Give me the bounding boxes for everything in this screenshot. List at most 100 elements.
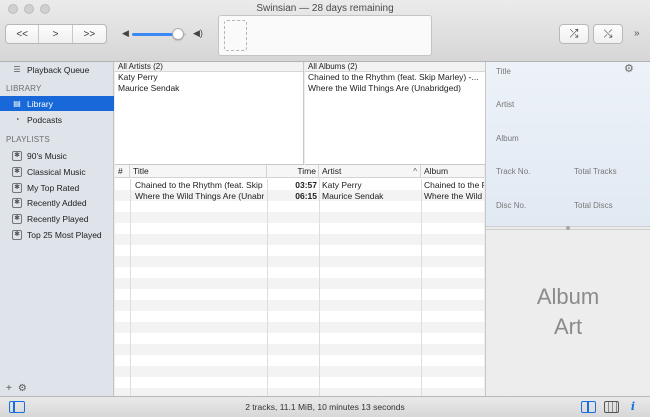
sidebar-item-label: 90's Music	[27, 150, 67, 161]
repeat-button[interactable]: ⤯	[593, 24, 623, 44]
column-divider	[267, 179, 268, 396]
column-divider	[319, 179, 320, 396]
info-title-label[interactable]: Title	[496, 67, 511, 76]
library-icon: ▤	[13, 99, 21, 108]
info-total-discs-label[interactable]: Total Discs	[574, 201, 613, 210]
info-disc-no-label[interactable]: Disc No.	[496, 201, 526, 210]
album-art-text-line: Album	[536, 284, 600, 309]
track-artist: Maurice Sendak	[322, 191, 384, 201]
sort-ascending-icon: ^	[413, 167, 417, 176]
sidebar-item-library[interactable]: ▤ Library	[0, 96, 114, 111]
album-art-text-line: Art	[553, 314, 583, 339]
sidebar-item-label: Podcasts	[27, 114, 62, 125]
track-title: Where the Wild Things Are (Unabridged)	[135, 191, 264, 201]
next-track-button[interactable]: >>	[73, 25, 106, 43]
artists-browser-header[interactable]: All Artists (2)	[115, 62, 303, 72]
track-title: Chained to the Rhythm (feat. Skip Marley…	[135, 180, 264, 190]
smart-playlist-icon: ✱	[12, 197, 22, 208]
album-row[interactable]: Chained to the Rhythm (feat. Skip Marley…	[305, 72, 485, 83]
sidebar-item-playlist[interactable]: ✱ My Top Rated	[0, 180, 114, 195]
play-button[interactable]: >	[39, 25, 73, 43]
sidebar-item-label: Classical Music	[27, 166, 86, 177]
column-view-icon[interactable]	[604, 401, 619, 413]
sidebar-item-label: Recently Added	[27, 197, 87, 208]
sidebar-item-label: My Top Rated	[27, 182, 80, 193]
info-track-no-label[interactable]: Track No.	[496, 167, 530, 176]
smart-playlist-icon: ✱	[12, 182, 22, 193]
column-divider	[130, 179, 131, 396]
info-artist-label[interactable]: Artist	[496, 100, 514, 109]
shuffle-button[interactable]: ⤮	[559, 24, 589, 44]
track-album: Chained to the Rhythm	[424, 180, 484, 190]
table-body	[115, 179, 484, 396]
sidebar-item-playlist[interactable]: ✱ Classical Music	[0, 164, 114, 179]
sidebar-item-playlist[interactable]: ✱ Recently Played	[0, 211, 114, 226]
albums-browser: All Albums (2) Chained to the Rhythm (fe…	[305, 62, 485, 165]
now-playing-artwork-placeholder	[224, 20, 247, 51]
track-table: # Title Time Artist ^ Album Chained to t…	[115, 165, 484, 396]
album-row[interactable]: Where the Wild Things Are (Unabridged)	[305, 83, 485, 94]
album-art-placeholder: Album Art	[486, 282, 650, 342]
info-settings-gear-icon[interactable]: ⚙	[624, 62, 634, 75]
smart-playlist-icon: ✱	[12, 229, 22, 240]
info-album-label[interactable]: Album	[496, 134, 519, 143]
sidebar-gear-icon[interactable]: ⚙	[18, 383, 27, 394]
info-panel-icon[interactable]: i	[627, 400, 639, 413]
column-header-artist-label: Artist	[322, 166, 342, 176]
title-bar: Swinsian — 28 days remaining << > >> ◀ ◀…	[0, 0, 650, 62]
smart-playlist-icon: ✱	[12, 213, 22, 224]
previous-track-button[interactable]: <<	[6, 25, 40, 43]
volume-slider-knob[interactable]	[171, 28, 184, 40]
artist-row[interactable]: Katy Perry	[115, 72, 303, 83]
repeat-icon: ⤯	[603, 27, 613, 40]
track-time: 03:57	[295, 180, 317, 190]
column-header-artist[interactable]: Artist ^	[319, 165, 421, 178]
track-time: 06:15	[295, 191, 317, 201]
sidebar-item-podcasts[interactable]: ◔ Podcasts	[0, 112, 114, 127]
add-playlist-button[interactable]: +	[6, 383, 12, 394]
track-album: Where the Wild Things Are	[424, 191, 484, 201]
track-artist: Katy Perry	[322, 180, 362, 190]
smart-playlist-icon: ✱	[12, 150, 22, 161]
sidebar-item-label: Playback Queue	[27, 64, 90, 75]
volume-low-icon: ◀	[122, 28, 129, 38]
column-header-album[interactable]: Album	[421, 165, 484, 178]
artist-row[interactable]: Maurice Sendak	[115, 83, 303, 94]
info-total-tracks-label[interactable]: Total Tracks	[574, 167, 617, 176]
column-divider	[421, 179, 422, 396]
column-header-title[interactable]: Title	[130, 165, 267, 178]
toolbar-overflow-button[interactable]: »	[634, 28, 640, 39]
track-info-panel: ⚙ Title Artist Album Track No. Total Tra…	[485, 62, 650, 226]
sidebar: ☰ Playback Queue LIBRARY ▤ Library ◔ Pod…	[0, 62, 114, 396]
rewind-icon: <<	[16, 28, 29, 40]
playlists-section-header: PLAYLISTS	[6, 135, 50, 144]
status-bar: 2 tracks, 11.1 MiB, 10 minutes 13 second…	[0, 396, 650, 417]
library-section-header: LIBRARY	[6, 84, 42, 93]
now-playing-display	[218, 15, 432, 56]
sidebar-item-playlist[interactable]: ✱ Recently Added	[0, 195, 114, 210]
albums-browser-header[interactable]: All Albums (2)	[305, 62, 485, 72]
sidebar-item-label: Top 25 Most Played	[27, 229, 102, 240]
shuffle-icon: ⤮	[569, 27, 579, 40]
table-row[interactable]: Chained to the Rhythm (feat. Skip Marley…	[115, 180, 484, 191]
library-summary: 2 tracks, 11.1 MiB, 10 minutes 13 second…	[245, 402, 405, 412]
sidebar-item-playback-queue[interactable]: ☰ Playback Queue	[0, 62, 114, 77]
volume-high-icon: ◀)	[193, 28, 203, 38]
window-title: Swinsian — 28 days remaining	[256, 3, 394, 14]
sidebar-item-playlist[interactable]: ✱ Top 25 Most Played	[0, 227, 114, 242]
column-header-time[interactable]: Time	[267, 165, 319, 178]
sidebar-item-label: Recently Played	[27, 213, 89, 224]
transport-controls: << > >>	[5, 24, 107, 44]
album-art-panel: Album Art	[485, 230, 650, 396]
table-header: # Title Time Artist ^ Album	[115, 165, 484, 178]
table-row[interactable]: Where the Wild Things Are (Unabridged) 0…	[115, 191, 484, 202]
fast-forward-icon: >>	[83, 28, 96, 40]
column-header-number[interactable]: #	[115, 165, 130, 178]
browser-view-icon[interactable]	[581, 401, 596, 413]
sidebar-item-playlist[interactable]: ✱ 90's Music	[0, 148, 114, 163]
artists-browser: All Artists (2) Katy Perry Maurice Senda…	[115, 62, 304, 165]
sidebar-item-label: Library	[27, 98, 53, 109]
podcast-icon: ◔	[14, 115, 20, 124]
smart-playlist-icon: ✱	[12, 166, 22, 177]
sidebar-footer: + ⚙	[0, 380, 114, 396]
